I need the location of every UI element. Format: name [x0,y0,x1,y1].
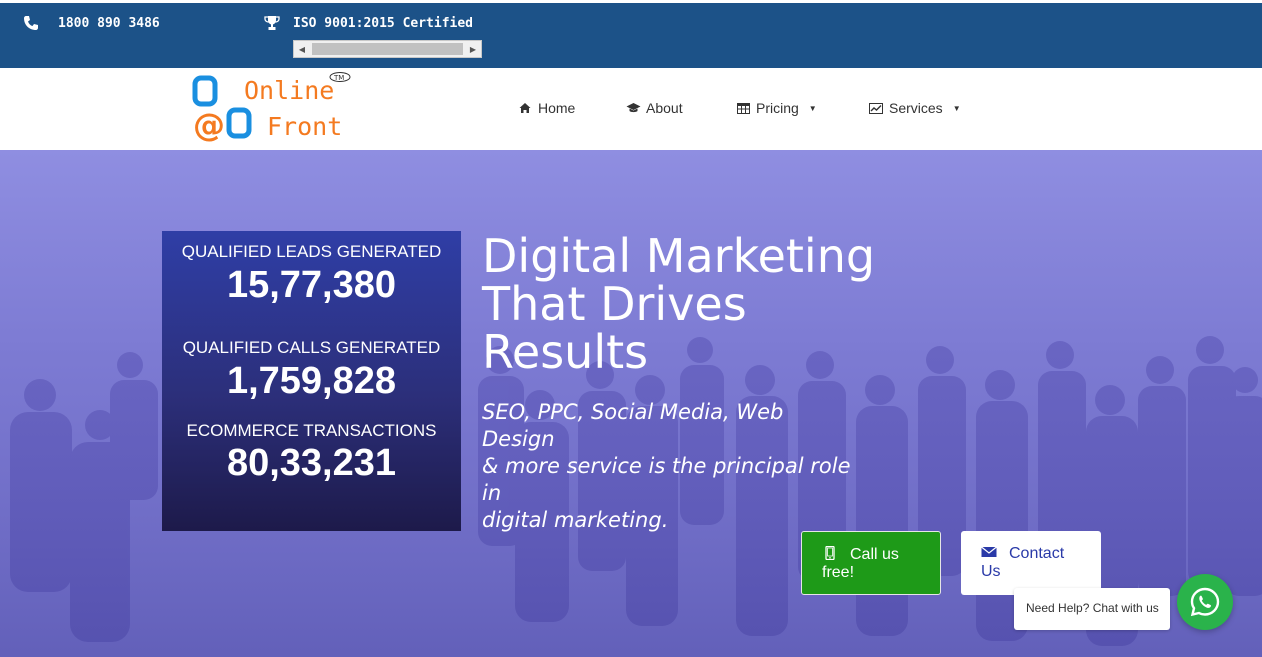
hero-headline: Digital Marketing That Drives Results [482,232,902,376]
mobile-phone-icon [825,546,835,560]
trophy-icon [263,14,281,32]
stat-calls-label: QUALIFIED CALLS GENERATED [182,338,441,357]
nav-home-label: Home [538,100,576,116]
table-icon [735,101,751,115]
phone-number: 1800 890 3486 [58,15,160,31]
nav-pricing-label: Pricing [756,100,799,116]
nav-services-label: Services [889,100,943,116]
chat-bubble-text: Need Help? Chat with us [1026,601,1159,615]
contact-us-button[interactable]: Contact Us [961,531,1101,595]
hero-subheadline: SEO, PPC, Social Media, Web Design & mor… [482,399,862,534]
svg-text:Front: Front [267,112,342,141]
hero-sub-line-1: SEO, PPC, Social Media, Web Design [482,400,784,451]
contact-label-1: Contact [1009,545,1065,562]
top-bar: 1800 890 3486 ISO 9001:2015 Certified ◀ … [0,3,1262,68]
envelope-icon [981,546,997,557]
phone-icon [22,14,40,32]
hero-section: QUALIFIED LEADS GENERATED 15,77,380 QUAL… [0,150,1262,657]
svg-text:Online: Online [244,76,334,105]
nav-home[interactable]: Home [517,100,575,116]
stat-ecommerce-value: 80,33,231 [226,442,397,484]
stats-panel: QUALIFIED LEADS GENERATED 15,77,380 QUAL… [162,231,461,531]
topbar-phone[interactable]: 1800 890 3486 [22,14,160,32]
horizontal-scrollbar[interactable]: ◀ ▶ [293,40,482,58]
online-front-logo[interactable]: @ Online Front TM [190,72,355,144]
call-us-free-button[interactable]: Call us free! [801,531,941,595]
stat-leads-value: 15,77,380 [226,264,397,306]
graduation-cap-icon [625,101,641,115]
hero-headline-line-3: Results [482,325,649,379]
scroll-left-icon[interactable]: ◀ [294,41,310,57]
hero-headline-line-2: That Drives [482,277,747,331]
scrollbar-thumb[interactable] [312,43,463,55]
svg-text:TM: TM [333,74,344,82]
main-navbar: @ Online Front TM Home About Pricing ▼ S… [0,68,1262,150]
stat-calls-value: 1,759,828 [226,360,397,402]
whatsapp-chat-button[interactable] [1177,574,1233,630]
call-label-1: Call us [850,546,899,563]
chat-help-bubble[interactable]: Need Help? Chat with us [1014,588,1170,630]
contact-label-2: Us [981,563,1001,580]
nav-pricing[interactable]: Pricing ▼ [735,100,817,116]
chevron-down-icon: ▼ [808,103,817,113]
stat-leads-label: QUALIFIED LEADS GENERATED [181,242,442,261]
hero-sub-line-3: digital marketing. [482,508,669,532]
stat-ecommerce-label: ECOMMERCE TRANSACTIONS [186,421,437,440]
home-icon [517,101,533,115]
hero-headline-line-1: Digital Marketing [482,229,876,283]
whatsapp-icon [1190,587,1220,617]
call-label-2: free! [822,564,855,581]
nav-services[interactable]: Services ▼ [868,100,961,116]
hero-sub-line-2: & more service is the principal role in [482,454,851,505]
nav-about-label: About [646,100,683,116]
chart-icon [868,101,884,115]
scroll-right-icon[interactable]: ▶ [465,41,481,57]
svg-text:@: @ [193,106,225,144]
chevron-down-icon: ▼ [952,103,961,113]
topbar-certification: ISO 9001:2015 Certified [263,14,473,32]
nav-about[interactable]: About [625,100,683,116]
certification-text: ISO 9001:2015 Certified [293,15,474,31]
